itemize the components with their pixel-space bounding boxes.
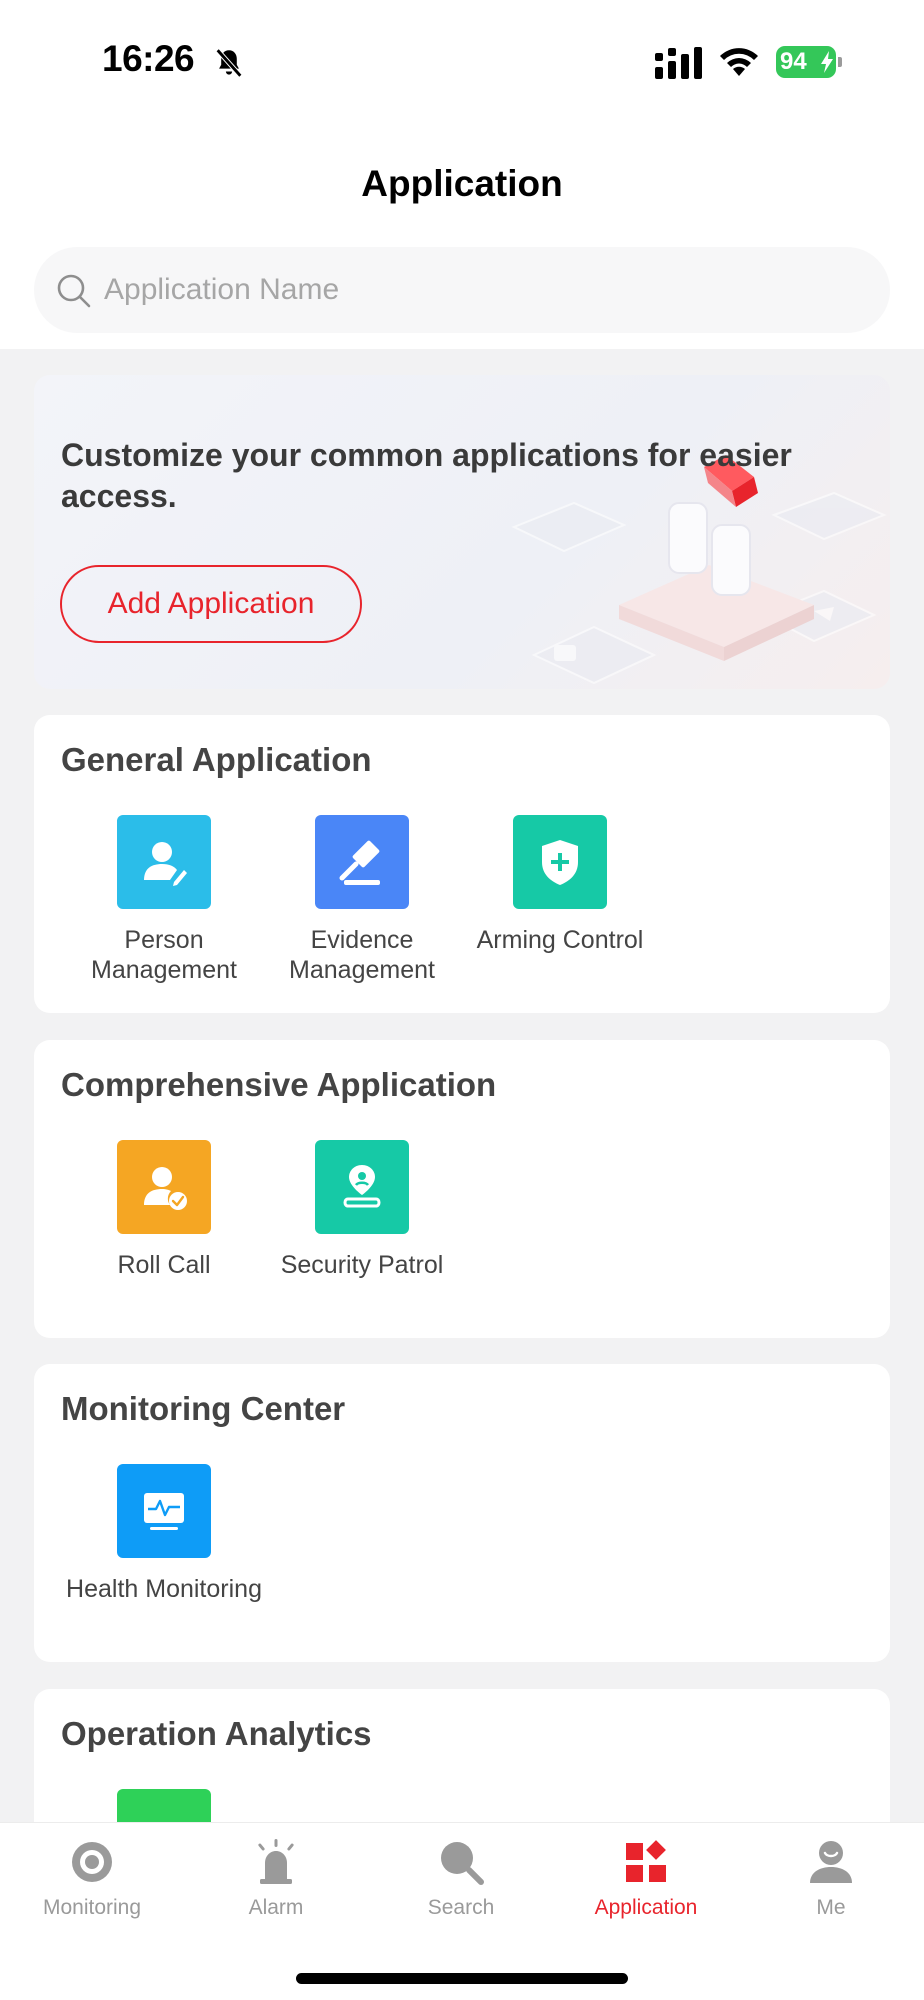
person-check-icon	[117, 1140, 211, 1234]
search-input[interactable]	[104, 247, 864, 333]
section-general-application: General Application Person Management Ev…	[34, 715, 890, 1013]
tab-label: Alarm	[248, 1896, 304, 1919]
search-bar[interactable]	[34, 247, 890, 333]
battery-level: 94	[780, 48, 807, 75]
app-roll-call[interactable]: Roll Call	[64, 1140, 264, 1280]
section-title: Monitoring Center	[61, 1390, 346, 1427]
status-time: 16:26	[102, 38, 195, 79]
app-health-monitoring[interactable]: Health Monitoring	[64, 1464, 264, 1604]
battery-indicator: 94	[776, 46, 842, 78]
app-label: Roll Call	[117, 1251, 211, 1279]
app-arming-control[interactable]: Arming Control	[460, 815, 660, 955]
person-icon	[810, 1841, 852, 1883]
bell-muted-icon	[215, 48, 243, 78]
monitoring-icon	[72, 1842, 112, 1882]
wifi-icon	[720, 48, 758, 76]
home-indicator	[296, 1973, 628, 1984]
add-application-button[interactable]: Add Application	[60, 565, 362, 643]
monitor-pulse-icon	[117, 1464, 211, 1558]
app-label: Health Monitoring	[66, 1575, 262, 1603]
search-icon	[441, 1842, 484, 1885]
search-icon	[57, 274, 91, 308]
tab-label: Search	[427, 1896, 495, 1919]
section-title: Operation Analytics	[61, 1715, 372, 1752]
app-label: Arming Control	[476, 926, 644, 954]
tab-label: Application	[594, 1896, 698, 1919]
alarm-siren-icon	[258, 1839, 294, 1884]
app-person-management[interactable]: Person Management	[64, 815, 264, 985]
tab-application[interactable]: Application	[571, 1837, 721, 1920]
app-label: Security Patrol	[280, 1251, 444, 1279]
status-bar: 16:26 94	[0, 0, 924, 120]
customize-banner: Customize your common applications for e…	[34, 375, 890, 689]
tab-monitoring[interactable]: Monitoring	[17, 1837, 167, 1920]
app-evidence-management[interactable]: Evidence Management	[262, 815, 462, 985]
patrol-route-icon	[315, 1140, 409, 1234]
header-area: 16:26 94 Application	[0, 0, 924, 349]
tab-alarm[interactable]: Alarm	[201, 1837, 351, 1920]
section-monitoring-center: Monitoring Center Health Monitoring	[34, 1364, 890, 1662]
charging-bolt-icon	[821, 51, 833, 73]
application-grid-icon	[626, 1840, 666, 1882]
signal-icon	[655, 47, 702, 79]
section-title: Comprehensive Application	[61, 1066, 497, 1103]
page-title: Application	[361, 163, 563, 204]
shield-plus-icon	[513, 815, 607, 909]
tab-label: Me	[816, 1896, 846, 1919]
app-security-patrol[interactable]: Security Patrol	[262, 1140, 462, 1280]
person-edit-icon	[117, 815, 211, 909]
app-label: Evidence Management	[289, 926, 435, 984]
tab-label: Monitoring	[42, 1896, 142, 1919]
app-label: Person Management	[91, 926, 237, 984]
section-comprehensive-application: Comprehensive Application Roll Call Secu…	[34, 1040, 890, 1338]
tab-search[interactable]: Search	[386, 1837, 536, 1920]
banner-text: Customize your common applications for e…	[61, 437, 792, 514]
tab-me[interactable]: Me	[756, 1837, 906, 1920]
section-title: General Application	[61, 741, 372, 778]
gavel-icon	[315, 815, 409, 909]
